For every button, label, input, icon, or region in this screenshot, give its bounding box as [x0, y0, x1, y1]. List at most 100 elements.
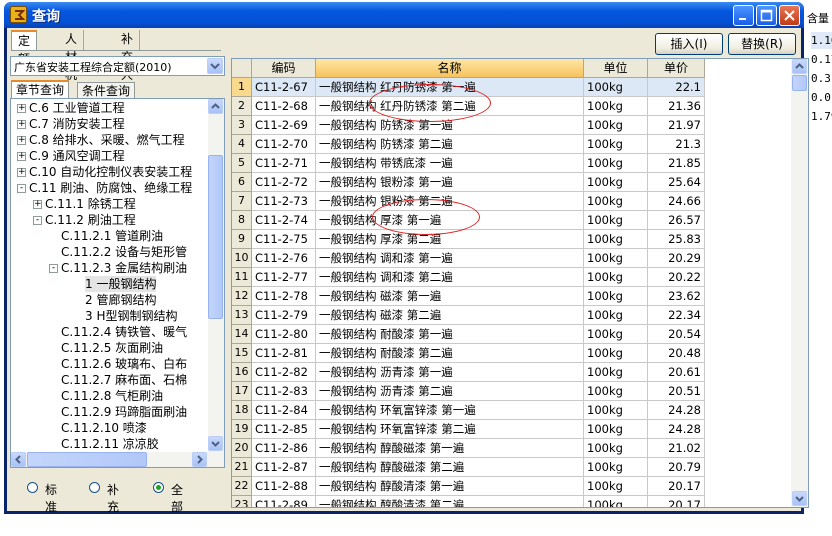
cell-price[interactable]: 20.29: [648, 249, 705, 268]
row-number[interactable]: 13: [232, 306, 252, 325]
tree-node[interactable]: - C.11 刷油、防腐蚀、绝缘工程: [11, 180, 207, 196]
cell-name[interactable]: 一般钢结构 耐酸漆 第二遍: [316, 344, 584, 363]
tree-node[interactable]: C.11.2.9 玛蹄脂面刷油: [11, 404, 207, 420]
cell-price[interactable]: 23.62: [648, 287, 705, 306]
maximize-button[interactable]: [756, 5, 777, 26]
row-number[interactable]: 2: [232, 97, 252, 116]
quota-book-select[interactable]: 广东省安装工程综合定额(2010): [10, 56, 225, 76]
cell-price[interactable]: 25.64: [648, 173, 705, 192]
cell-unit[interactable]: 100kg: [584, 268, 648, 287]
cell-unit[interactable]: 100kg: [584, 401, 648, 420]
row-number[interactable]: 15: [232, 344, 252, 363]
cell-code[interactable]: C11-2-81: [252, 344, 316, 363]
cell-code[interactable]: C11-2-69: [252, 116, 316, 135]
tree-node[interactable]: C.11.2.10 喷漆: [11, 420, 207, 436]
cell-name[interactable]: 一般钢结构 磁漆 第一遍: [316, 287, 584, 306]
cell-name[interactable]: 一般钢结构 醇酸清漆 第二遍: [316, 496, 584, 507]
column-header-code[interactable]: 编码: [252, 59, 316, 78]
tab-labor-material-machine[interactable]: 人材机: [59, 30, 85, 82]
tree-vertical-scrollbar[interactable]: [208, 99, 224, 452]
row-number[interactable]: 12: [232, 287, 252, 306]
row-number[interactable]: 22: [232, 477, 252, 496]
tree-node[interactable]: + C.9 通风空调工程: [11, 148, 207, 164]
cell-code[interactable]: C11-2-80: [252, 325, 316, 344]
expand-icon[interactable]: +: [17, 104, 26, 113]
tree-horizontal-scrollbar[interactable]: [11, 452, 224, 467]
cell-code[interactable]: C11-2-82: [252, 363, 316, 382]
cell-code[interactable]: C11-2-71: [252, 154, 316, 173]
tree-node[interactable]: - C.11.2 刷油工程: [11, 212, 207, 228]
tree-node[interactable]: + C.10 自动化控制仪表安装工程: [11, 164, 207, 180]
cell-name[interactable]: 一般钢结构 沥青漆 第一遍: [316, 363, 584, 382]
tree-node[interactable]: C.11.2.6 玻璃布、白布: [11, 356, 207, 372]
expand-icon[interactable]: +: [33, 200, 42, 209]
cell-price[interactable]: 20.22: [648, 268, 705, 287]
tree-node[interactable]: 2 管廊钢结构: [11, 292, 207, 308]
tab-chapter-search[interactable]: 章节查询: [11, 80, 70, 98]
cell-price[interactable]: 24.66: [648, 192, 705, 211]
tree-node[interactable]: + C.8 给排水、采暖、燃气工程: [11, 132, 207, 148]
cell-unit[interactable]: 100kg: [584, 325, 648, 344]
row-number[interactable]: 4: [232, 135, 252, 154]
cell-code[interactable]: C11-2-79: [252, 306, 316, 325]
tab-supplementary-lmm[interactable]: 补充人材机: [115, 30, 141, 118]
collapse-icon[interactable]: -: [49, 264, 58, 273]
row-number[interactable]: 19: [232, 420, 252, 439]
dropdown-arrow-button[interactable]: [207, 58, 223, 74]
row-number[interactable]: 20: [232, 439, 252, 458]
title-bar[interactable]: 查询: [4, 2, 804, 28]
scroll-down-button[interactable]: [208, 436, 223, 451]
row-number[interactable]: 11: [232, 268, 252, 287]
minimize-button[interactable]: [733, 5, 754, 26]
collapse-icon[interactable]: -: [33, 216, 42, 225]
row-number[interactable]: 17: [232, 382, 252, 401]
tree-node[interactable]: 3 H型钢制钢结构: [11, 308, 207, 324]
column-header-name[interactable]: 名称: [316, 59, 584, 78]
cell-unit[interactable]: 100kg: [584, 477, 648, 496]
cell-code[interactable]: C11-2-77: [252, 268, 316, 287]
cell-name[interactable]: 一般钢结构 带锈底漆 一遍: [316, 154, 584, 173]
column-header-unit[interactable]: 单位: [584, 59, 648, 78]
close-button[interactable]: [779, 5, 800, 26]
cell-unit[interactable]: 100kg: [584, 230, 648, 249]
cell-name[interactable]: 一般钢结构 调和漆 第二遍: [316, 268, 584, 287]
cell-name[interactable]: 一般钢结构 醇酸磁漆 第一遍: [316, 439, 584, 458]
cell-code[interactable]: C11-2-89: [252, 496, 316, 507]
row-number[interactable]: 18: [232, 401, 252, 420]
cell-price[interactable]: 24.28: [648, 401, 705, 420]
tree-node[interactable]: C.11.2.8 气柜刷油: [11, 388, 207, 404]
cell-price[interactable]: 20.48: [648, 344, 705, 363]
tree-node[interactable]: 1 一般钢结构: [11, 276, 207, 292]
cell-unit[interactable]: 100kg: [584, 192, 648, 211]
cell-unit[interactable]: 100kg: [584, 211, 648, 230]
cell-unit[interactable]: 100kg: [584, 496, 648, 507]
tree-node[interactable]: C.11.2.5 灰面刷油: [11, 340, 207, 356]
cell-price[interactable]: 25.83: [648, 230, 705, 249]
cell-unit[interactable]: 100kg: [584, 306, 648, 325]
row-number[interactable]: 6: [232, 173, 252, 192]
scroll-up-button[interactable]: [792, 59, 807, 74]
tree-node[interactable]: C.11.2.7 麻布面、石棉: [11, 372, 207, 388]
cell-code[interactable]: C11-2-73: [252, 192, 316, 211]
tab-condition-search[interactable]: 条件查询: [77, 82, 136, 98]
cell-unit[interactable]: 100kg: [584, 382, 648, 401]
cell-code[interactable]: C11-2-76: [252, 249, 316, 268]
cell-unit[interactable]: 100kg: [584, 439, 648, 458]
tree-node[interactable]: + C.11.1 除锈工程: [11, 196, 207, 212]
cell-name[interactable]: 一般钢结构 磁漆 第二遍: [316, 306, 584, 325]
cell-name[interactable]: 一般钢结构 沥青漆 第二遍: [316, 382, 584, 401]
row-number[interactable]: 5: [232, 154, 252, 173]
row-number[interactable]: 16: [232, 363, 252, 382]
cell-name[interactable]: 一般钢结构 耐酸漆 第一遍: [316, 325, 584, 344]
tree-node[interactable]: C.11.2.11 凉凉胶: [11, 436, 207, 452]
cell-name[interactable]: 一般钢结构 环氧富锌漆 第一遍: [316, 401, 584, 420]
cell-code[interactable]: C11-2-70: [252, 135, 316, 154]
expand-icon[interactable]: +: [17, 152, 26, 161]
cell-unit[interactable]: 100kg: [584, 249, 648, 268]
cell-price[interactable]: 21.3: [648, 135, 705, 154]
tree-node[interactable]: C.11.2.2 设备与矩形管: [11, 244, 207, 260]
expand-icon[interactable]: +: [17, 168, 26, 177]
cell-code[interactable]: C11-2-86: [252, 439, 316, 458]
cell-unit[interactable]: 100kg: [584, 173, 648, 192]
cell-price[interactable]: 22.1: [648, 78, 705, 97]
